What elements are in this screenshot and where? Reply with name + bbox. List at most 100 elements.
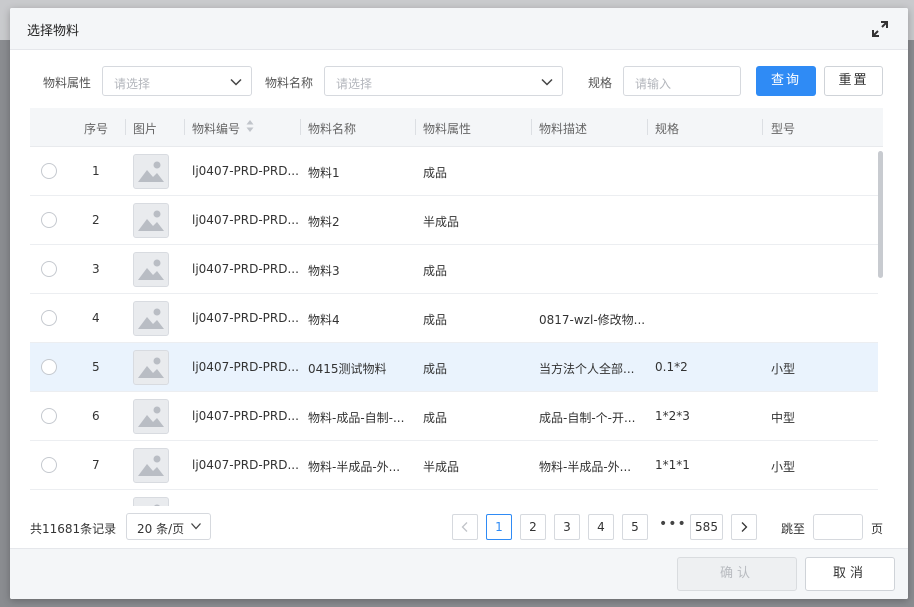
image-placeholder-icon xyxy=(133,448,169,483)
cell-attr: 成品 xyxy=(423,411,448,425)
table-row[interactable]: 5 lj0407-PRD-PRD... 0415测试物料 成品 当方法个人全部.… xyxy=(30,343,878,392)
cell-code: lj0407-PRD-PRD... xyxy=(192,213,299,227)
page-1-button[interactable]: 1 xyxy=(486,514,512,540)
name-select-placeholder: 请选择 xyxy=(336,77,373,91)
spec-input[interactable]: 请输入 xyxy=(623,66,741,96)
dialog-header: 选择物料 xyxy=(10,8,908,50)
total-records: 共11681条记录 xyxy=(30,522,117,536)
image-placeholder-icon xyxy=(133,154,169,189)
image-placeholder-icon xyxy=(133,350,169,385)
dialog-title: 选择物料 xyxy=(27,24,80,39)
row-radio[interactable] xyxy=(41,359,57,375)
cell-model: 小型 xyxy=(771,362,796,376)
cell-attr: 半成品 xyxy=(423,460,460,474)
chevron-left-icon xyxy=(461,522,468,532)
col-header-attr: 物料属性 xyxy=(423,122,472,136)
cell-code: lj0407-PRD-PRD... xyxy=(192,311,299,325)
spec-input-placeholder: 请输入 xyxy=(635,77,672,91)
table-row-partial xyxy=(30,490,878,506)
column-divider xyxy=(531,119,532,135)
chevron-right-icon xyxy=(741,522,748,532)
cell-name: 物料1 xyxy=(308,166,340,180)
table-row[interactable]: 6 lj0407-PRD-PRD... 物料-成品-自制-... 成品 成品-自… xyxy=(30,392,878,441)
cell-desc: 0817-wzl-修改物... xyxy=(539,313,646,327)
page-size-value: 20 条/页 xyxy=(137,522,185,536)
cell-name: 物料4 xyxy=(308,313,340,327)
page-suffix-label: 页 xyxy=(871,522,884,536)
page-5-button[interactable]: 5 xyxy=(622,514,648,540)
cell-model: 中型 xyxy=(771,411,796,425)
row-radio[interactable] xyxy=(41,310,57,326)
col-header-name: 物料名称 xyxy=(308,122,357,136)
cell-index: 6 xyxy=(92,409,100,423)
cell-name: 物料-半成品-外... xyxy=(308,460,401,474)
cell-attr: 成品 xyxy=(423,362,448,376)
col-header-spec: 规格 xyxy=(655,122,680,136)
chevron-down-icon xyxy=(230,78,242,86)
table-row[interactable]: 7 lj0407-PRD-PRD... 物料-半成品-外... 半成品 物料-半… xyxy=(30,441,878,490)
cell-index: 4 xyxy=(92,311,100,325)
name-select[interactable]: 请选择 xyxy=(324,66,563,96)
attr-select[interactable]: 请选择 xyxy=(102,66,252,96)
cell-index: 7 xyxy=(92,458,100,472)
column-divider xyxy=(300,119,301,135)
cell-spec: 1*2*3 xyxy=(655,409,690,423)
column-divider xyxy=(415,119,416,135)
cell-attr: 半成品 xyxy=(423,215,460,229)
col-header-code[interactable]: 物料编号 xyxy=(192,120,240,137)
spec-filter-label: 规格 xyxy=(588,76,613,90)
row-radio[interactable] xyxy=(41,457,57,473)
query-button[interactable]: 查询 xyxy=(756,66,816,96)
column-divider xyxy=(647,119,648,135)
cell-code: lj0407-PRD-PRD... xyxy=(192,409,299,423)
row-radio[interactable] xyxy=(41,261,57,277)
filter-bar: 物料属性 请选择 物料名称 请选择 规格 请输入 查询 重置 xyxy=(10,66,908,96)
sort-icon[interactable] xyxy=(245,118,255,134)
col-header-index: 序号 xyxy=(84,122,109,136)
confirm-button[interactable]: 确认 xyxy=(677,557,797,591)
cell-code: lj0407-PRD-PRD... xyxy=(192,458,299,472)
table-header: 序号 图片 物料编号 物料名称 物料属性 物料描述 规格 型号 xyxy=(30,108,883,147)
jump-to-label: 跳至 xyxy=(781,522,806,536)
table-row[interactable]: 4 lj0407-PRD-PRD... 物料4 成品 0817-wzl-修改物.… xyxy=(30,294,878,343)
image-placeholder-icon xyxy=(133,252,169,287)
chevron-down-icon xyxy=(191,523,201,530)
attr-select-placeholder: 请选择 xyxy=(114,77,151,91)
page-4-button[interactable]: 4 xyxy=(588,514,614,540)
name-filter-label: 物料名称 xyxy=(265,76,314,90)
cell-index: 1 xyxy=(92,164,100,178)
cancel-button[interactable]: 取消 xyxy=(805,557,895,591)
table-row[interactable]: 1 lj0407-PRD-PRD... 物料1 成品 xyxy=(30,147,878,196)
table-row[interactable]: 3 lj0407-PRD-PRD... 物料3 成品 xyxy=(30,245,878,294)
expand-icon[interactable] xyxy=(870,19,890,39)
row-radio[interactable] xyxy=(41,163,57,179)
cell-code: lj0407-PRD-PRD... xyxy=(192,262,299,276)
last-page-button[interactable]: 585 xyxy=(690,514,723,540)
row-radio[interactable] xyxy=(41,408,57,424)
page-3-button[interactable]: 3 xyxy=(554,514,580,540)
cell-attr: 成品 xyxy=(423,166,448,180)
pagination-bar: 共11681条记录 20 条/页 1 2 3 4 5 ••• 585 跳至 页 xyxy=(10,508,908,548)
page-2-button[interactable]: 2 xyxy=(520,514,546,540)
image-placeholder-icon xyxy=(133,301,169,336)
row-radio[interactable] xyxy=(41,212,57,228)
select-material-dialog: 选择物料 物料属性 请选择 物料名称 请选择 规格 请输入 查询 重置 序号 图… xyxy=(10,8,908,599)
cell-attr: 成品 xyxy=(423,264,448,278)
pagination-ellipsis[interactable]: ••• xyxy=(659,516,687,532)
page-size-select[interactable]: 20 条/页 xyxy=(126,513,211,540)
column-divider xyxy=(184,119,185,135)
table-row[interactable]: 2 lj0407-PRD-PRD... 物料2 半成品 xyxy=(30,196,878,245)
next-page-button[interactable] xyxy=(731,514,757,540)
prev-page-button[interactable] xyxy=(452,514,478,540)
col-header-model: 型号 xyxy=(771,122,796,136)
column-divider xyxy=(762,119,763,135)
cell-index: 5 xyxy=(92,360,100,374)
image-placeholder-icon xyxy=(133,203,169,238)
jump-page-input[interactable] xyxy=(813,514,863,540)
cell-desc: 成品-自制-个-开... xyxy=(539,411,636,425)
cell-spec: 0.1*2 xyxy=(655,360,688,374)
table-scrollbar[interactable] xyxy=(878,151,883,278)
column-divider xyxy=(125,119,126,135)
reset-button[interactable]: 重置 xyxy=(824,66,883,96)
cell-index: 2 xyxy=(92,213,100,227)
